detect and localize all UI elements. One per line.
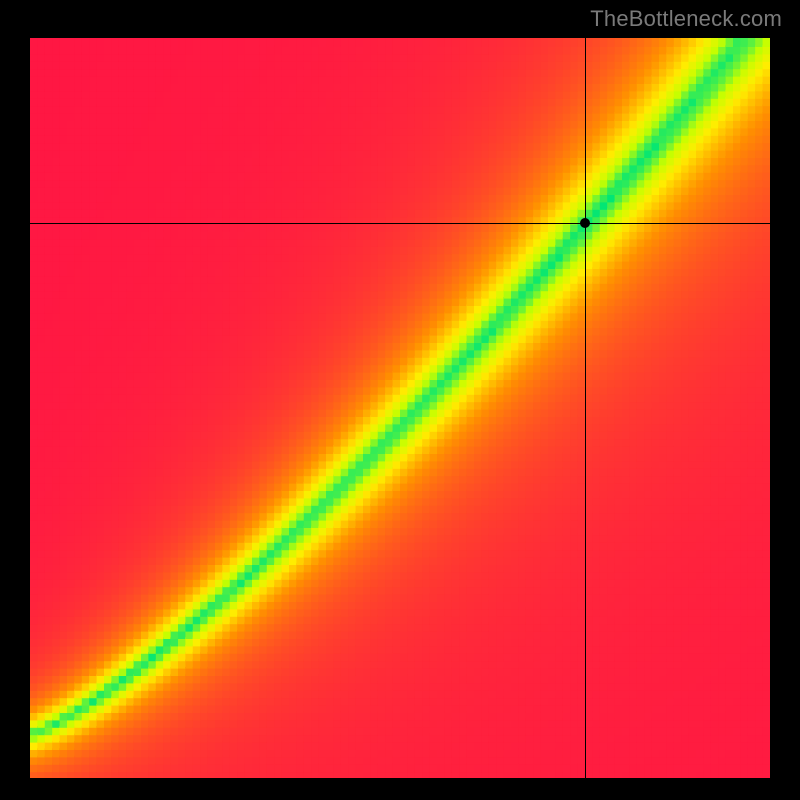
heatmap-plot bbox=[30, 38, 770, 778]
heatmap-canvas bbox=[30, 38, 770, 778]
watermark-text: TheBottleneck.com bbox=[590, 6, 782, 32]
selection-marker-dot bbox=[580, 218, 590, 228]
chart-stage: TheBottleneck.com bbox=[0, 0, 800, 800]
